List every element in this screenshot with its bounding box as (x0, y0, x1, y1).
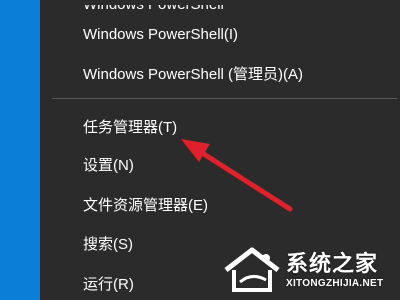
watermark-url: XITONGZHIJIA.NET (286, 278, 384, 289)
watermark: 系统之家 XITONGZHIJIA.NET (222, 240, 392, 298)
menu-item-task-manager[interactable]: 任务管理器(T) (83, 114, 383, 142)
menu-separator (52, 98, 397, 99)
screen: Windows PowerShell Windows PowerShell(I)… (0, 0, 400, 300)
house-logo-icon (224, 247, 280, 292)
menu-item-settings[interactable]: 设置(N) (83, 152, 383, 180)
menu-item-powershell-admin[interactable]: Windows PowerShell (管理员)(A) (83, 61, 383, 89)
menu-item-file-explorer[interactable]: 文件资源管理器(E) (83, 192, 383, 220)
menu-item-powershell-cut[interactable]: Windows PowerShell (83, 5, 383, 19)
desktop-background (0, 0, 40, 300)
menu-item-powershell[interactable]: Windows PowerShell(I) (83, 21, 383, 49)
watermark-title: 系统之家 (286, 252, 379, 277)
